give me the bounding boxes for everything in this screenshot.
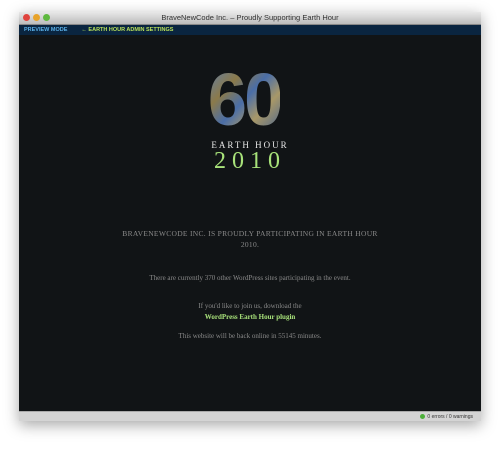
window-title: BraveNewCode Inc. – Proudly Supporting E… [161, 13, 339, 22]
logo-year: 2010 [214, 148, 286, 174]
admin-bar: PREVIEW MODE ← EARTH HOUR ADMIN SETTINGS [19, 25, 481, 35]
join-text: If you'd like to join us, download the [198, 302, 302, 310]
admin-settings-link[interactable]: ← EARTH HOUR ADMIN SETTINGS [81, 27, 173, 33]
preview-mode-link[interactable]: PREVIEW MODE [24, 27, 67, 33]
back-online-text: This website will be back online in 5514… [178, 332, 322, 340]
browser-window: BraveNewCode Inc. – Proudly Supporting E… [19, 12, 481, 421]
count-text: There are currently 370 other WordPress … [149, 274, 351, 282]
earth-hour-logo: 60 [207, 58, 283, 141]
status-bar: 0 errors / 0 warnings [19, 411, 481, 421]
page-content: 60 EARTH HOUR 2010 BRAVENEWCODE INC. IS … [19, 35, 481, 412]
plugin-link[interactable]: WordPress Earth Hour plugin [119, 312, 381, 323]
validation-status[interactable]: 0 errors / 0 warnings [427, 414, 473, 420]
check-icon [420, 414, 426, 419]
headline: BRAVENEWCODE INC. IS PROUDLY PARTICIPATI… [122, 229, 378, 249]
title-bar: BraveNewCode Inc. – Proudly Supporting E… [19, 12, 481, 25]
